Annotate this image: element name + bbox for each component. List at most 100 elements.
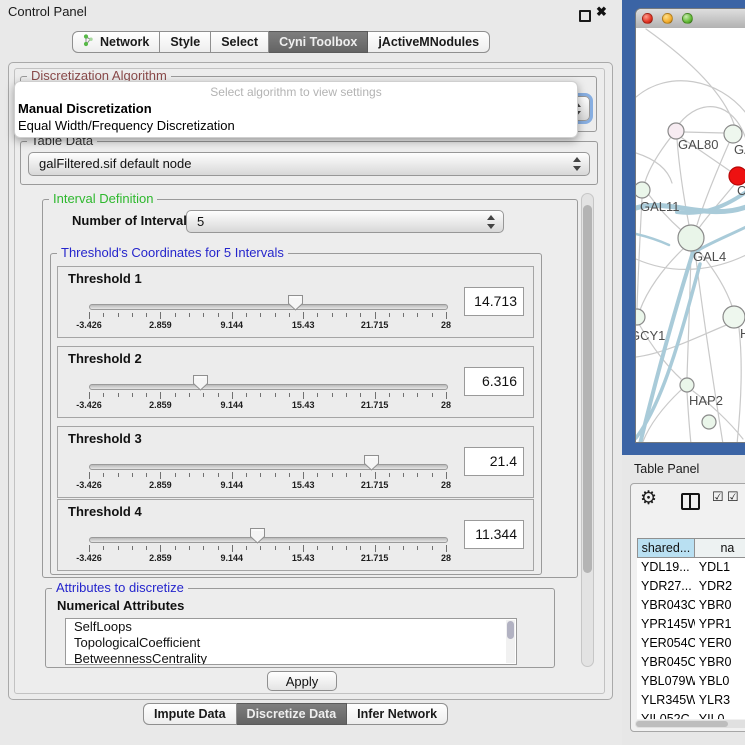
network-window-titlebar[interactable] <box>636 9 745 29</box>
table-cell[interactable]: YIL052C <box>637 710 695 719</box>
table-cell[interactable]: YDL1 <box>695 558 745 577</box>
attribute-item[interactable]: TopologicalCoefficient <box>66 635 516 651</box>
table-cell[interactable]: YLR3 <box>695 691 745 710</box>
numerical-attributes-list[interactable]: SelfLoopsTopologicalCoefficientBetweenne… <box>65 618 517 665</box>
checkbox-icon[interactable]: ☑ <box>712 489 724 505</box>
slider-tick-labels: -3.4262.8599.14415.4321.71528 <box>89 400 446 411</box>
table-hscrollbar[interactable] <box>635 720 745 728</box>
table-cell[interactable]: YBL079W <box>637 672 695 691</box>
split-columns-icon[interactable] <box>681 493 700 510</box>
table-row[interactable]: YLR345WYLR3 <box>637 691 745 710</box>
network-view-window[interactable]: GAL80GACGAL11GAL4GCY1HHAP2 <box>635 8 745 443</box>
tab-select[interactable]: Select <box>211 31 269 53</box>
close-icon[interactable]: ✖ <box>596 4 607 20</box>
threshold-slider-thumb[interactable] <box>363 454 380 471</box>
table-data-value: galFiltered.sif default node <box>39 156 191 171</box>
table-data-combobox[interactable]: galFiltered.sif default node <box>28 152 590 176</box>
tab-style[interactable]: Style <box>160 31 211 53</box>
table-hscrollbar-thumb[interactable] <box>636 721 728 727</box>
threshold-value-field[interactable]: 21.4 <box>464 447 524 476</box>
network-node-gcy1[interactable] <box>636 309 645 325</box>
network-node[interactable] <box>702 415 716 429</box>
table-row[interactable]: YIL052CYIL0 <box>637 710 745 719</box>
threshold-slider-track[interactable] <box>89 384 448 390</box>
table-row[interactable]: YBR043CYBR0 <box>637 596 745 615</box>
slider-tick-labels: -3.4262.8599.14415.4321.71528 <box>89 480 446 491</box>
table-cell[interactable]: YBR043C <box>637 596 695 615</box>
list-scrollbar-thumb[interactable] <box>507 621 514 639</box>
slider-ticks <box>89 545 446 553</box>
threshold-panel-2: Threshold 2-3.4262.8599.14415.4321.71528… <box>57 346 534 418</box>
network-node-hap2[interactable] <box>680 378 694 392</box>
network-node-gal11[interactable] <box>636 182 650 198</box>
table-cell[interactable]: YPR1 <box>695 615 745 634</box>
threshold-slider-track[interactable] <box>89 537 448 543</box>
table-cell[interactable]: YLR345W <box>637 691 695 710</box>
checkbox-icon[interactable]: ☑ <box>727 489 739 505</box>
gear-icon[interactable]: ⚙ <box>640 487 657 510</box>
algorithm-dropdown-menu: Select algorithm to view settings Manual… <box>14 81 578 138</box>
threshold-slider-track[interactable] <box>89 304 448 310</box>
threshold-panel-3: Threshold 3-3.4262.8599.14415.4321.71528… <box>57 426 534 498</box>
table-cell[interactable]: YER0 <box>695 634 745 653</box>
table-row[interactable]: YDR27...YDR2 <box>637 577 745 596</box>
table-row[interactable]: YDL19...YDL1 <box>637 558 745 577</box>
threshold-slider-thumb[interactable] <box>249 527 266 544</box>
list-scrollbar[interactable] <box>506 620 515 663</box>
node-label: GAL80 <box>678 137 718 152</box>
threshold-value-field[interactable]: 11.344 <box>464 520 524 549</box>
table-cell[interactable]: YIL0 <box>695 710 745 719</box>
bottom-tab-impute-data[interactable]: Impute Data <box>143 703 237 725</box>
network-node-gal4[interactable] <box>678 225 704 251</box>
minimize-button[interactable] <box>662 13 673 24</box>
threshold-panel-1: Threshold 1-3.4262.8599.14415.4321.71528… <box>57 266 534 338</box>
table-cell[interactable]: YER054C <box>637 634 695 653</box>
threshold-value-field[interactable]: 6.316 <box>464 367 524 396</box>
zoom-button[interactable] <box>682 13 693 24</box>
column-header[interactable]: shared... <box>637 538 695 558</box>
node-label: GCY1 <box>636 328 665 343</box>
column-header[interactable]: na <box>695 538 745 558</box>
attribute-item[interactable]: BetweennessCentrality <box>66 651 516 665</box>
threshold-value-field[interactable]: 14.713 <box>464 287 524 316</box>
settings-scrollbar-thumb[interactable] <box>583 205 592 573</box>
float-icon[interactable] <box>579 10 591 22</box>
node-label: GA <box>734 142 745 157</box>
bottom-tab-infer-network[interactable]: Infer Network <box>347 703 448 725</box>
tab-cyni-toolbox[interactable]: Cyni Toolbox <box>269 31 368 53</box>
network-node-ga[interactable] <box>724 125 742 143</box>
node-label: H <box>740 326 745 341</box>
threshold-slider-thumb[interactable] <box>287 294 304 311</box>
table-row[interactable]: YBL079WYBL0 <box>637 672 745 691</box>
close-button[interactable] <box>642 13 653 24</box>
threshold-slider-track[interactable] <box>89 464 448 470</box>
dropdown-item[interactable]: Equal Width/Frequency Discretization <box>18 118 235 133</box>
attribute-item[interactable]: SelfLoops <box>66 619 516 635</box>
table-panel-section: Table Panel ⚙ ☑ ☑ shared...naYDL19...YDL… <box>622 455 745 745</box>
table-cell[interactable]: YPR145W <box>637 615 695 634</box>
table-row[interactable]: YPR145WYPR1 <box>637 615 745 634</box>
threshold-slider-thumb[interactable] <box>192 374 209 391</box>
panel-title: Control Panel <box>8 4 87 19</box>
bottom-tab-discretize-data[interactable]: Discretize Data <box>237 703 348 725</box>
table-row[interactable]: YER054CYER0 <box>637 634 745 653</box>
tab-network[interactable]: Network <box>72 31 160 53</box>
network-node-h[interactable] <box>723 306 745 328</box>
apply-button[interactable]: Apply <box>267 671 337 691</box>
table-cell[interactable]: YBR0 <box>695 596 745 615</box>
slider-tick-labels: -3.4262.8599.14415.4321.71528 <box>89 320 446 331</box>
network-canvas[interactable]: GAL80GACGAL11GAL4GCY1HHAP2 <box>636 28 745 443</box>
tab-label: Network <box>100 35 149 49</box>
slider-ticks <box>89 472 446 480</box>
table-cell[interactable]: YDR27... <box>637 577 695 596</box>
dropdown-item[interactable]: Manual Discretization <box>18 101 152 116</box>
attributes-group-title: Attributes to discretize <box>52 581 188 595</box>
table-row[interactable]: YBR045CYBR0 <box>637 653 745 672</box>
table-cell[interactable]: YBR0 <box>695 653 745 672</box>
table-cell[interactable]: YBR045C <box>637 653 695 672</box>
tab-jactivemnodules[interactable]: jActiveMNodules <box>368 31 490 53</box>
table-cell[interactable]: YBL0 <box>695 672 745 691</box>
table-cell[interactable]: YDR2 <box>695 577 745 596</box>
number-of-intervals-combobox[interactable]: 5 <box>186 210 504 233</box>
table-cell[interactable]: YDL19... <box>637 558 695 577</box>
